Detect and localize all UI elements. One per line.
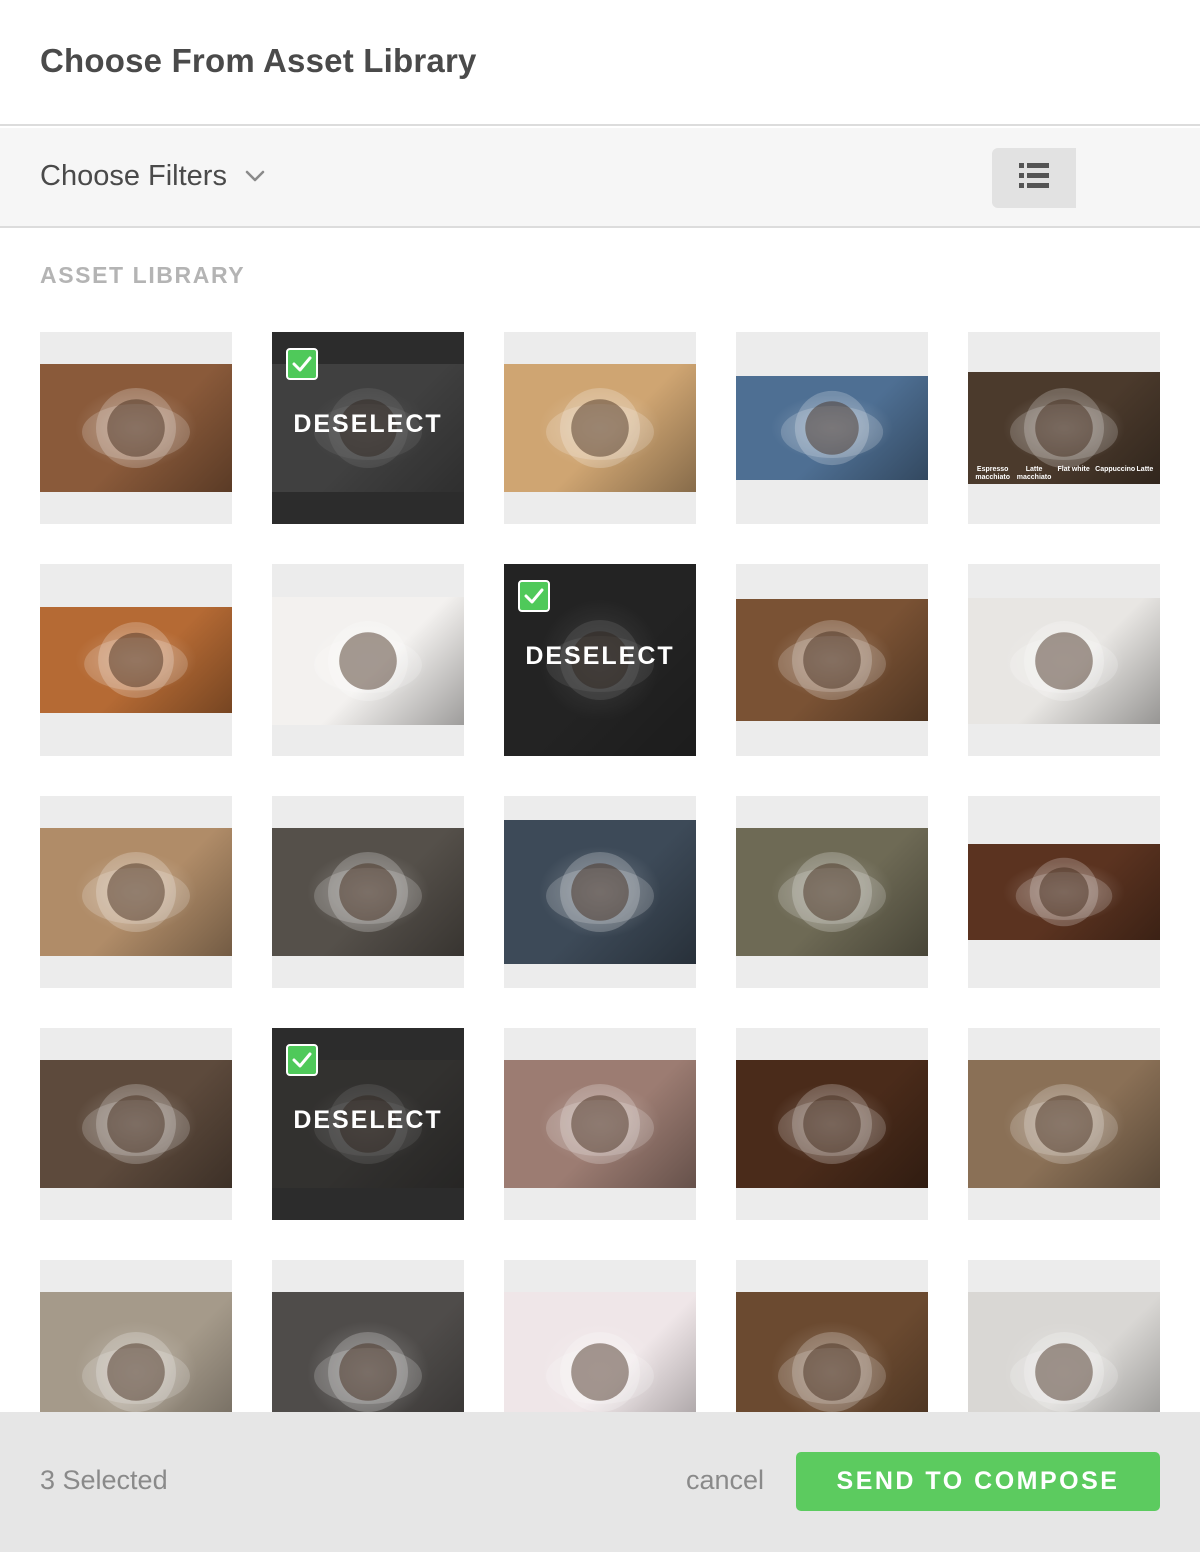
deselect-label[interactable]: DESELECT <box>272 1106 464 1135</box>
asset-tile-hands-coffee-cafe[interactable]: DESELECT <box>272 1028 464 1220</box>
deselect-label[interactable]: DESELECT <box>504 642 696 671</box>
thumbnail-art <box>1010 1332 1118 1412</box>
asset-thumbnail <box>736 376 928 480</box>
drink-label: Espresso macchiato <box>975 466 1010 481</box>
view-toggle <box>992 148 1160 208</box>
deselect-label[interactable]: DESELECT <box>272 410 464 439</box>
thumbnail-art <box>82 388 190 468</box>
asset-tile-hot-chocolate-mug[interactable] <box>40 564 232 756</box>
drink-label: Latte macchiato <box>1016 466 1052 481</box>
asset-tile-heart-mug-snow[interactable] <box>504 1260 696 1412</box>
choose-filters-label: Choose Filters <box>40 159 227 192</box>
asset-thumbnail <box>736 1060 928 1188</box>
asset-thumbnail <box>504 364 696 492</box>
asset-thumbnail <box>504 820 696 964</box>
asset-thumbnail <box>40 828 232 956</box>
modal-title: Choose From Asset Library <box>40 42 477 79</box>
asset-thumbnail <box>968 598 1160 724</box>
thumbnail-art <box>82 852 190 932</box>
asset-thumbnail <box>736 828 928 956</box>
drink-label: Latte <box>1136 466 1154 473</box>
asset-thumbnail <box>272 1292 464 1412</box>
asset-tile-portafilter-ground-coffee[interactable] <box>968 1028 1160 1220</box>
thumbnail-art <box>314 621 422 701</box>
asset-thumbnail <box>504 1292 696 1412</box>
section-title: ASSET LIBRARY <box>40 262 246 288</box>
asset-thumbnail <box>968 844 1160 940</box>
asset-tile-glasses-coffee-cookies[interactable] <box>736 796 928 988</box>
asset-tile-hand-black-coffee[interactable] <box>968 564 1160 756</box>
asset-tile-laptop-wooden-desk[interactable] <box>736 1260 928 1412</box>
thumbnail-art <box>778 620 886 700</box>
choose-filters-dropdown[interactable]: Choose Filters <box>40 156 265 196</box>
asset-thumbnail <box>40 364 232 492</box>
asset-tile-mug-and-pastry[interactable] <box>40 796 232 988</box>
cancel-button[interactable]: cancel <box>686 1465 764 1496</box>
asset-tile-coffee-cup-dark[interactable]: DESELECT <box>272 332 464 524</box>
thumbnail-art <box>314 852 422 932</box>
asset-thumbnail <box>968 1060 1160 1188</box>
list-icon <box>1019 162 1049 194</box>
checkmark-icon[interactable] <box>286 348 318 380</box>
thumbnail-art <box>778 852 886 932</box>
thumbnail-art <box>1015 857 1113 927</box>
thumbnail-art <box>546 852 654 932</box>
checkmark-icon[interactable] <box>518 580 550 612</box>
asset-tile-espresso-on-beans[interactable] <box>736 1028 928 1220</box>
thumbnail-art <box>82 1332 190 1412</box>
send-to-compose-button[interactable]: SEND TO COMPOSE <box>796 1452 1160 1511</box>
thumbnail-art <box>1010 621 1118 701</box>
asset-tile-spoon-heart-cup[interactable] <box>272 564 464 756</box>
asset-thumbnail <box>40 1060 232 1188</box>
asset-tile-laptop-notes-coffee[interactable] <box>272 1260 464 1412</box>
asset-tile-black-mugs[interactable]: DESELECT <box>504 564 696 756</box>
asset-tile-stirring-coffee-cup[interactable] <box>40 1028 232 1220</box>
asset-grid: DESELECT Espresso macchiato Latte macchiat… <box>40 332 1160 1412</box>
drink-labels: Espresso macchiato Latte macchiato Flat wh… <box>968 466 1160 482</box>
asset-tile-latte-glass-table[interactable] <box>40 1260 232 1412</box>
asset-thumbnail <box>40 1292 232 1412</box>
thumbnail-art <box>778 1332 886 1412</box>
asset-thumbnail <box>40 607 232 713</box>
asset-tile-moka-pot-coffee-mug[interactable] <box>504 796 696 988</box>
drink-label: Flat white <box>1057 466 1090 473</box>
thumbnail-art <box>780 390 884 466</box>
asset-tile-smiley-coffee-foam[interactable] <box>968 1260 1160 1412</box>
asset-thumbnail <box>736 1292 928 1412</box>
thumbnail-art <box>1010 1084 1118 1164</box>
asset-thumbnail <box>272 597 464 725</box>
asset-thumbnail <box>968 1292 1160 1412</box>
filter-bar: Choose Filters <box>0 128 1200 228</box>
modal-header: Choose From Asset Library <box>0 0 1200 126</box>
asset-thumbnail <box>504 1060 696 1188</box>
selected-count: 3 Selected <box>40 1465 168 1495</box>
thumbnail-art <box>778 1084 886 1164</box>
asset-tile-latte-art-wood-table[interactable] <box>736 564 928 756</box>
drink-label: Cappuccino <box>1095 466 1136 473</box>
asset-thumbnail: Espresso macchiato Latte macchiato Flat wh… <box>968 372 1160 484</box>
asset-tile-latte-art-caramel[interactable] <box>504 332 696 524</box>
asset-tile-cookie-monster-office[interactable] <box>736 332 928 524</box>
asset-tile-espresso-machine-pour[interactable] <box>272 796 464 988</box>
asset-thumbnail <box>272 828 464 956</box>
thumbnail-art <box>314 1332 422 1412</box>
thumbnail-art <box>546 388 654 468</box>
asset-tile-roasted-beans-closeup[interactable] <box>968 796 1160 988</box>
asset-tile-cappuccino-coffee-beans[interactable] <box>40 332 232 524</box>
checkmark-icon[interactable] <box>286 1044 318 1076</box>
thumbnail-art <box>82 1084 190 1164</box>
modal-footer: 3 Selected cancel SEND TO COMPOSE <box>0 1412 1200 1552</box>
asset-tile-coffee-drink-types[interactable]: Espresso macchiato Latte macchiato Flat wh… <box>968 332 1160 524</box>
asset-tile-woman-coffee-sweater[interactable] <box>504 1028 696 1220</box>
thumbnail-art <box>84 622 188 698</box>
thumbnail-art <box>546 1084 654 1164</box>
thumbnail-art <box>546 1332 654 1412</box>
list-view-button[interactable] <box>992 148 1076 208</box>
chevron-down-icon <box>245 166 265 186</box>
asset-thumbnail <box>736 599 928 721</box>
